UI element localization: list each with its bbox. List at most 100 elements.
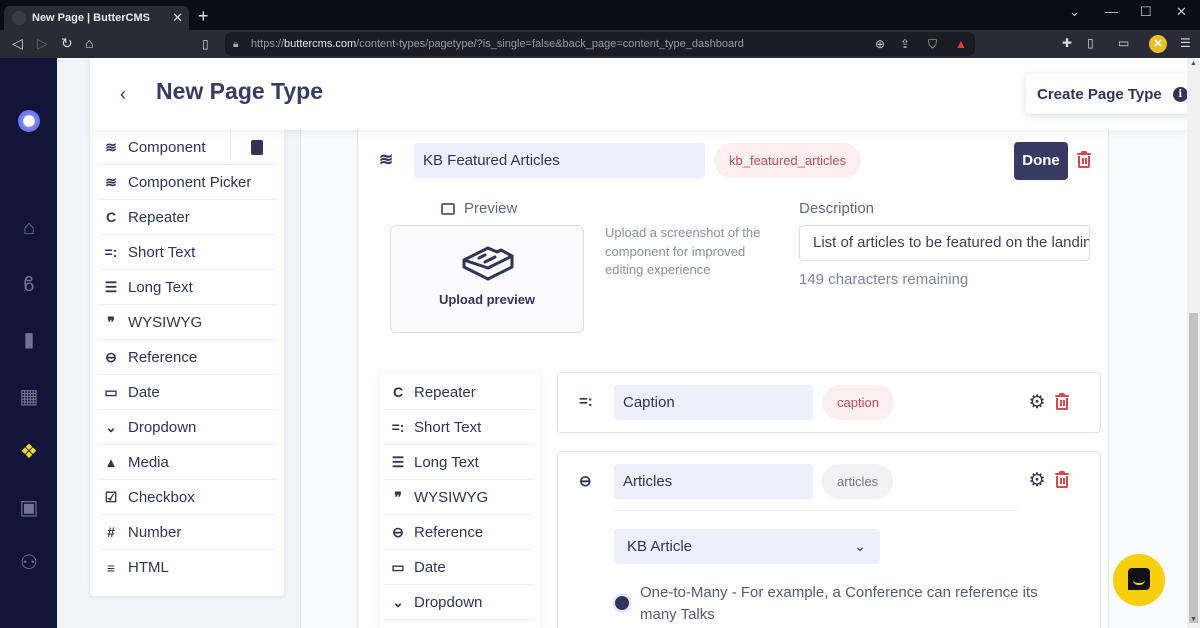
list-icon: ≡ bbox=[106, 559, 116, 576]
palette-item-wysiwyg[interactable]: ❞ WYSIWYG bbox=[98, 305, 278, 340]
preview-label: Preview bbox=[441, 200, 517, 217]
content-types-icon[interactable]: ❖ bbox=[16, 440, 42, 464]
tab-close-icon[interactable]: ✕ bbox=[172, 10, 183, 26]
checkbox-icon: ☑ bbox=[104, 488, 118, 505]
settings-gear-icon[interactable]: ⚙ bbox=[1028, 471, 1046, 490]
nested-palette-item-repeater[interactable]: C Repeater bbox=[384, 375, 534, 410]
home-icon[interactable]: ⌂ bbox=[16, 216, 42, 240]
home-icon[interactable]: ⌂ bbox=[85, 35, 93, 51]
image-icon: ▴ bbox=[107, 453, 115, 470]
palette-item-label: Dropdown bbox=[128, 418, 197, 436]
nested-palette-item-short-text[interactable]: =: Short Text bbox=[384, 410, 534, 445]
blog-icon[interactable]: ϐ bbox=[16, 273, 42, 297]
component-name-input[interactable]: KB Featured Articles bbox=[414, 143, 705, 178]
zoom-icon[interactable]: ⊕ bbox=[875, 37, 885, 51]
reference-target-select[interactable]: KB Article ⌄ bbox=[614, 529, 880, 564]
palette-item-component-picker[interactable]: ≋ Component Picker bbox=[98, 165, 278, 200]
window-close-icon[interactable]: ✕ bbox=[1176, 4, 1187, 20]
delete-component-icon[interactable] bbox=[1077, 151, 1091, 168]
brave-shield-icon[interactable]: ⛉ bbox=[928, 37, 937, 52]
media-library-icon[interactable]: ▣ bbox=[16, 496, 42, 520]
upload-preview-label: Upload preview bbox=[438, 292, 536, 307]
field-key-input[interactable]: articles bbox=[822, 464, 894, 499]
field-name-input[interactable]: Caption bbox=[614, 385, 813, 420]
palette-item-label: Component bbox=[128, 138, 206, 156]
palette-item-date[interactable]: ▭ Date bbox=[98, 375, 278, 410]
scroll-up-icon[interactable]: ▲ bbox=[1190, 60, 1197, 67]
back-button[interactable]: ‹ bbox=[120, 84, 126, 105]
component-key-input[interactable]: kb_featured_articles bbox=[714, 143, 862, 178]
maximize-icon[interactable]: ☐ bbox=[1140, 4, 1152, 20]
nested-palette-item-long-text[interactable]: ☰ Long Text bbox=[384, 445, 534, 480]
address-bar[interactable]: 🔒︎ https://buttercms.com/content-types/p… bbox=[225, 32, 975, 56]
info-icon[interactable]: i bbox=[1172, 86, 1187, 102]
palette-item-short-text[interactable]: =: Short Text bbox=[98, 235, 278, 270]
palette-item-media[interactable]: ▴ Media bbox=[98, 445, 278, 480]
palette-item-html[interactable]: ≡ HTML bbox=[98, 550, 278, 585]
chevron-down-icon: ⌄ bbox=[854, 538, 866, 554]
palette-item-checkbox[interactable]: ☑ Checkbox bbox=[98, 480, 278, 515]
forward-icon[interactable]: ▷ bbox=[37, 35, 48, 52]
url-text: https://buttercms.com/content-types/page… bbox=[251, 38, 744, 50]
hash-icon: # bbox=[107, 524, 115, 540]
browser-tab-bar: New Page | ButterCMS ✕ + ⌄ — ☐ ✕ bbox=[0, 0, 1200, 30]
profile-avatar[interactable]: ✕ bbox=[1149, 35, 1167, 53]
upload-preview-dropzone[interactable]: Upload preview bbox=[390, 225, 584, 333]
reload-icon[interactable]: ↻ bbox=[61, 35, 73, 52]
reference-target-value: KB Article bbox=[627, 538, 693, 555]
divider bbox=[614, 510, 1019, 511]
page-scrollbar[interactable]: ▲ ▼ bbox=[1187, 58, 1200, 628]
page-header: ‹ New Page Type Create Page Type i bbox=[90, 58, 1187, 130]
buttercms-logo[interactable] bbox=[18, 110, 40, 132]
page-content: ‹ New Page Type Create Page Type i ≋ Com… bbox=[57, 58, 1187, 628]
settings-gear-icon[interactable]: ⚙ bbox=[1028, 393, 1046, 412]
tab-search-icon[interactable]: ⌄ bbox=[1069, 4, 1080, 20]
palette-item-long-text[interactable]: ☰ Long Text bbox=[98, 270, 278, 305]
minimize-icon[interactable]: — bbox=[1105, 4, 1118, 19]
page-icon[interactable]: ▮ bbox=[16, 328, 42, 352]
users-icon[interactable]: ⚇ bbox=[16, 551, 42, 575]
chat-launcher-button[interactable] bbox=[1113, 554, 1165, 606]
done-button[interactable]: Done bbox=[1014, 142, 1068, 180]
nested-palette-item-date[interactable]: ▭ Date bbox=[384, 550, 534, 585]
wallet-icon[interactable]: ▭ bbox=[1118, 36, 1129, 50]
nested-palette-item-dropdown[interactable]: ⌄ Dropdown bbox=[384, 585, 534, 620]
image-icon bbox=[441, 202, 455, 215]
upload-hint: Upload a screenshot of the component for… bbox=[605, 225, 761, 277]
extensions-icon[interactable]: ✚ bbox=[1062, 36, 1072, 50]
collections-icon[interactable]: ▦ bbox=[16, 385, 42, 409]
delete-field-icon[interactable] bbox=[1055, 393, 1069, 410]
link-icon: ⊖ bbox=[105, 348, 117, 365]
bookmark-icon[interactable]: ▯ bbox=[202, 37, 209, 51]
sidebar-toggle-icon[interactable]: ▯ bbox=[1087, 36, 1094, 50]
share-icon[interactable]: ⇪ bbox=[900, 37, 910, 51]
page-title: New Page Type bbox=[156, 78, 324, 104]
nested-palette-item-wysiwyg[interactable]: ❞ WYSIWYG bbox=[384, 480, 534, 515]
quote-icon: ❞ bbox=[394, 488, 402, 505]
palette-item-label: Number bbox=[128, 523, 182, 541]
book-icon bbox=[250, 140, 263, 155]
nested-palette-item-label: WYSIWYG bbox=[414, 488, 489, 506]
field-name-input[interactable]: Articles bbox=[614, 464, 813, 499]
brave-rewards-icon[interactable]: ▲ bbox=[955, 37, 967, 51]
palette-item-label: Reference bbox=[128, 348, 198, 366]
back-icon[interactable]: ◁ bbox=[12, 35, 23, 52]
delete-field-icon[interactable] bbox=[1055, 471, 1069, 488]
nested-palette-item-reference[interactable]: ⊖ Reference bbox=[384, 515, 534, 550]
scroll-down-icon[interactable]: ▼ bbox=[1190, 616, 1197, 623]
field-key-input[interactable]: caption bbox=[822, 385, 894, 420]
browser-tab[interactable]: New Page | ButterCMS ✕ bbox=[4, 6, 189, 30]
relation-radio-one-to-many[interactable] bbox=[615, 596, 629, 610]
description-input[interactable]: List of articles to be featured on the l… bbox=[799, 225, 1090, 261]
palette-item-repeater[interactable]: C Repeater bbox=[98, 200, 278, 235]
menu-icon[interactable]: ☰ bbox=[1180, 36, 1191, 50]
palette-item-reference[interactable]: ⊖ Reference bbox=[98, 340, 278, 375]
palette-item-number[interactable]: # Number bbox=[98, 515, 278, 550]
create-page-type-button[interactable]: Create Page Type i bbox=[1026, 74, 1187, 114]
nested-field-palette: C Repeater =: Short Text ☰ Long Text ❞ W… bbox=[380, 373, 540, 628]
scrollbar-thumb[interactable] bbox=[1189, 313, 1198, 623]
docs-book-button[interactable] bbox=[230, 130, 282, 165]
new-tab-button[interactable]: + bbox=[198, 6, 209, 26]
palette-item-dropdown[interactable]: ⌄ Dropdown bbox=[98, 410, 278, 445]
layers-icon: ≋ bbox=[379, 150, 394, 169]
